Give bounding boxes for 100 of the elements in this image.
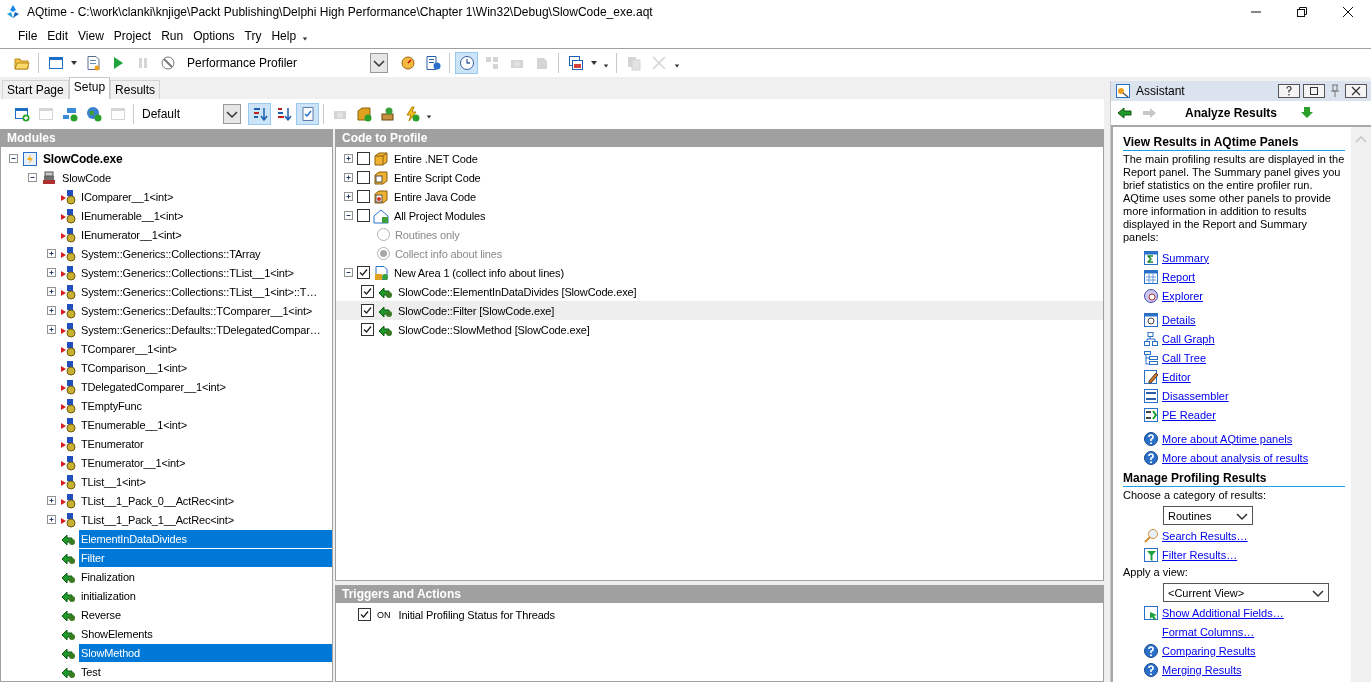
link[interactable]: Disassembler [1162, 389, 1229, 402]
down-arrow-icon[interactable] [1299, 105, 1316, 121]
link[interactable]: Format Columns… [1162, 625, 1255, 638]
layout-dropdown[interactable]: Default [138, 104, 241, 124]
dropdown[interactable]: Routines [1163, 506, 1253, 525]
tree-item[interactable]: TComparer__1<int> [79, 339, 332, 358]
tree-item[interactable]: TEmptyFunc [79, 396, 332, 415]
link[interactable]: Explorer [1162, 289, 1203, 302]
expand-icon[interactable] [46, 249, 56, 258]
expand-icon[interactable] [46, 268, 56, 277]
tree-item[interactable]: System::Generics::Collections::TList__1<int>::T… [79, 282, 332, 301]
link[interactable]: Filter Results… [1162, 548, 1238, 561]
tree-item[interactable]: TList__1_Pack_0__ActRec<int> [79, 491, 332, 510]
tab[interactable]: Setup [68, 77, 111, 99]
link[interactable]: Summary [1162, 251, 1210, 264]
tree-item[interactable]: SlowMethod [79, 643, 332, 662]
checkbox[interactable] [358, 608, 371, 621]
tree-item[interactable]: TList__1_Pack_1__ActRec<int> [79, 510, 332, 529]
link[interactable]: More about analysis of results [1162, 451, 1309, 464]
tree-item[interactable]: IEnumerator__1<int> [79, 225, 332, 244]
tree-item[interactable]: TEnumerator__1<int> [79, 453, 332, 472]
tree-item[interactable]: IEnumerable__1<int> [79, 206, 332, 225]
link[interactable]: Editor [1162, 370, 1191, 383]
tree-item[interactable]: Entire Java Code [392, 187, 478, 206]
link[interactable]: Call Graph [1162, 332, 1215, 345]
link[interactable]: Show Additional Fields… [1162, 606, 1284, 619]
restore-icon[interactable] [1296, 5, 1308, 18]
tree-item[interactable]: IComparer__1<int> [79, 187, 332, 206]
stop-sign-icon [159, 55, 176, 71]
link[interactable]: More about AQtime panels [1162, 432, 1293, 445]
profiler-dropdown[interactable]: Performance Profiler [183, 53, 388, 73]
tree-item[interactable]: TEnumerable__1<int> [79, 415, 332, 434]
tree-item[interactable]: System::Generics::Collections::TList__1<int> [79, 263, 332, 282]
checkbox[interactable] [357, 171, 370, 184]
tab[interactable]: Start Page [2, 80, 69, 99]
tree-item[interactable]: SlowCode::ElementInDataDivides [SlowCode.exe] [396, 282, 639, 301]
clock-icon [458, 55, 475, 71]
tree-item[interactable]: TEnumerator [79, 434, 332, 453]
menu-item[interactable]: Help [267, 26, 301, 45]
link[interactable]: Comparing Results [1162, 644, 1256, 657]
link[interactable]: Report [1162, 270, 1196, 283]
expand-icon[interactable] [46, 306, 56, 315]
tree-item[interactable]: New Area 1 (collect info about lines) [392, 263, 566, 282]
checkbox[interactable] [357, 266, 370, 279]
collapse-icon[interactable] [27, 173, 37, 182]
menu-item[interactable]: Project [109, 26, 156, 45]
tree-item[interactable]: Filter [79, 548, 332, 567]
link[interactable]: Call Tree [1162, 351, 1207, 364]
checkbox[interactable] [357, 209, 370, 222]
tree-item[interactable]: All Project Modules [392, 206, 488, 225]
tree-item[interactable]: initialization [79, 586, 332, 605]
tree-item[interactable]: TDelegatedComparer__1<int> [79, 377, 332, 396]
tree-item[interactable]: SlowCode.exe [41, 149, 332, 168]
menu-item[interactable]: File [14, 26, 42, 45]
tree-item[interactable]: ElementInDataDivides [79, 529, 332, 548]
tree-item[interactable]: ShowElements [79, 624, 332, 643]
tree-item[interactable]: System::Generics::Defaults::TComparer__1<int> [79, 301, 332, 320]
expand-icon[interactable] [343, 192, 353, 201]
restore-icon[interactable] [1303, 84, 1325, 98]
menu-item[interactable]: Options [189, 26, 239, 45]
tree-item[interactable]: Entire .NET Code [392, 149, 480, 168]
link[interactable]: Search Results… [1162, 529, 1248, 542]
tree-item[interactable]: Entire Script Code [392, 168, 483, 187]
collapse-icon[interactable] [8, 154, 18, 163]
tab[interactable]: Results [110, 80, 161, 99]
expand-icon[interactable] [46, 325, 56, 334]
expand-icon[interactable] [46, 287, 56, 296]
sort-ascending-icon [251, 106, 268, 122]
tree-item[interactable]: Test [79, 662, 332, 681]
menu-item[interactable]: Edit [43, 26, 73, 45]
expand-icon[interactable] [46, 496, 56, 505]
tree-item[interactable]: System::Generics::Defaults::TDelegatedCompar… [79, 320, 332, 339]
collapse-icon[interactable] [343, 211, 353, 220]
checkbox[interactable] [357, 152, 370, 165]
menu-item[interactable]: Run [157, 26, 188, 45]
checkbox[interactable] [361, 323, 374, 336]
expand-icon[interactable] [343, 173, 353, 182]
menu-item[interactable]: View [74, 26, 108, 45]
dropdown[interactable]: <Current View> [1163, 583, 1329, 602]
checkbox[interactable] [361, 285, 374, 298]
help-icon[interactable] [1278, 84, 1300, 98]
tree-item[interactable]: SlowCode::SlowMethod [SlowCode.exe] [396, 320, 592, 339]
link[interactable]: PE Reader [1162, 408, 1216, 421]
close-icon[interactable] [1345, 84, 1367, 98]
menu-item[interactable]: Try [240, 26, 266, 45]
checkbox[interactable] [361, 304, 374, 317]
link[interactable]: Details [1162, 313, 1196, 326]
expand-icon[interactable] [46, 515, 56, 524]
collapse-icon[interactable] [343, 268, 353, 277]
tree-item[interactable]: System::Generics::Collections::TArray [79, 244, 332, 263]
link[interactable]: Merging Results [1162, 663, 1242, 676]
tree-item[interactable]: Finalization [79, 567, 332, 586]
back-arrow-icon[interactable] [1117, 105, 1133, 121]
checkbox[interactable] [357, 190, 370, 203]
tree-item[interactable]: TComparison__1<int> [79, 358, 332, 377]
tree-item[interactable]: Reverse [79, 605, 332, 624]
tree-item[interactable]: TList__1<int> [79, 472, 332, 491]
expand-icon[interactable] [343, 154, 353, 163]
close-icon[interactable] [1342, 5, 1354, 18]
tree-item[interactable]: SlowCode [60, 168, 332, 187]
